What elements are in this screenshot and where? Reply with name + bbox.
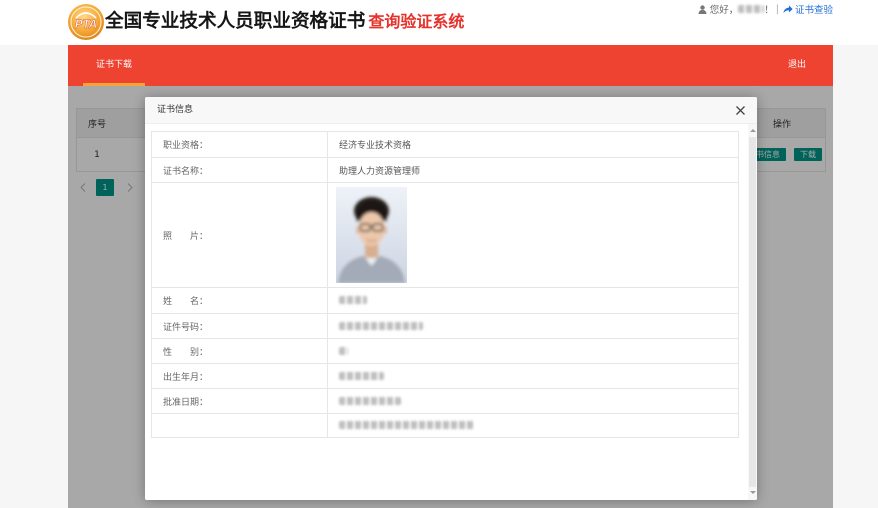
info-row-photo: 照 片： bbox=[151, 182, 739, 288]
info-row-name: 姓 名： bbox=[151, 287, 739, 314]
info-label: 证书名称： bbox=[151, 157, 328, 183]
share-arrow-icon bbox=[783, 5, 793, 14]
scroll-down-arrow-icon[interactable] bbox=[749, 491, 756, 494]
greeting-text: 您好， bbox=[709, 5, 739, 16]
logo-mark: PTA bbox=[68, 4, 104, 40]
info-label: 证件号码： bbox=[151, 313, 328, 339]
redacted-birth-date bbox=[339, 371, 384, 380]
logout-link[interactable]: 退出 bbox=[788, 45, 806, 86]
certificate-verify-link[interactable]: 证书查验 bbox=[783, 2, 833, 16]
tab-certificate-download[interactable]: 证书下载 bbox=[83, 45, 145, 86]
info-value: 经济专业技术资格 bbox=[327, 131, 739, 158]
info-value bbox=[327, 388, 739, 414]
logo-text: PTA bbox=[75, 19, 97, 31]
tab-label: 证书下载 bbox=[95, 60, 132, 70]
scroll-thumb[interactable] bbox=[749, 137, 756, 487]
info-row-qualification: 职业资格： 经济专业技术资格 bbox=[151, 131, 739, 158]
info-label: 照 片： bbox=[151, 182, 328, 288]
userbar-separator: | bbox=[775, 3, 779, 15]
certificate-verify-label: 证书查验 bbox=[794, 5, 833, 16]
main-nav: 证书下载 退出 bbox=[68, 45, 833, 86]
user-bar: 您好， ！ | 证书查验 bbox=[698, 2, 833, 16]
info-row-gender: 性 别： bbox=[151, 338, 739, 364]
site-header: PTA 全国专业技术人员职业资格证书 查询验证系统 您好， ！ | 证书查验 bbox=[0, 0, 878, 45]
redacted-gender bbox=[339, 346, 348, 355]
dialog-title: 证书信息 bbox=[157, 105, 194, 115]
info-value: 助理人力资源管理师 bbox=[327, 157, 739, 183]
info-value bbox=[327, 287, 739, 314]
info-label bbox=[151, 413, 328, 438]
redacted-username bbox=[738, 5, 765, 13]
pta-logo: PTA bbox=[67, 3, 105, 41]
dialog-scrollbar[interactable] bbox=[748, 124, 757, 500]
redacted-extra-info bbox=[339, 421, 475, 429]
site-title: 全国专业技术人员职业资格证书 查询验证系统 bbox=[105, 10, 464, 34]
info-label: 出生年月： bbox=[151, 363, 328, 389]
close-icon bbox=[736, 106, 745, 115]
info-value bbox=[327, 413, 739, 438]
scroll-up-arrow-icon[interactable] bbox=[749, 129, 756, 132]
site-title-sub: 查询验证系统 bbox=[368, 12, 465, 31]
greeting-end: ！ bbox=[764, 5, 774, 16]
site-title-main: 全国专业技术人员职业资格证书 bbox=[105, 11, 366, 32]
info-label: 批准日期： bbox=[151, 388, 328, 414]
redacted-approval-date bbox=[339, 396, 401, 405]
info-row-certificate-name: 证书名称： 助理人力资源管理师 bbox=[151, 157, 739, 183]
redacted-name bbox=[339, 296, 367, 304]
dialog-body: 职业资格： 经济专业技术资格 证书名称： 助理人力资源管理师 照 片： 姓 名：… bbox=[145, 124, 757, 500]
close-button[interactable] bbox=[735, 105, 746, 116]
info-row-id-number: 证件号码： bbox=[151, 313, 739, 339]
info-value bbox=[327, 363, 739, 389]
info-label: 职业资格： bbox=[151, 131, 328, 158]
info-value bbox=[327, 313, 739, 339]
redacted-id-number bbox=[339, 321, 423, 330]
info-value bbox=[327, 182, 739, 288]
user-icon bbox=[698, 4, 707, 14]
info-label: 性 别： bbox=[151, 338, 328, 364]
info-value bbox=[327, 338, 739, 364]
info-row-approval-date: 批准日期： bbox=[151, 388, 739, 414]
info-row-birth: 出生年月： bbox=[151, 363, 739, 389]
certificate-info-table: 职业资格： 经济专业技术资格 证书名称： 助理人力资源管理师 照 片： 姓 名：… bbox=[151, 131, 739, 438]
id-photo bbox=[336, 187, 407, 283]
info-row-extra bbox=[151, 413, 739, 438]
dialog-header: 证书信息 bbox=[145, 97, 757, 124]
info-label: 姓 名： bbox=[151, 287, 328, 314]
certificate-info-dialog: 证书信息 职业资格： 经济专业技术资格 证书名称： 助理人力资源管理师 照 片： bbox=[145, 97, 757, 500]
